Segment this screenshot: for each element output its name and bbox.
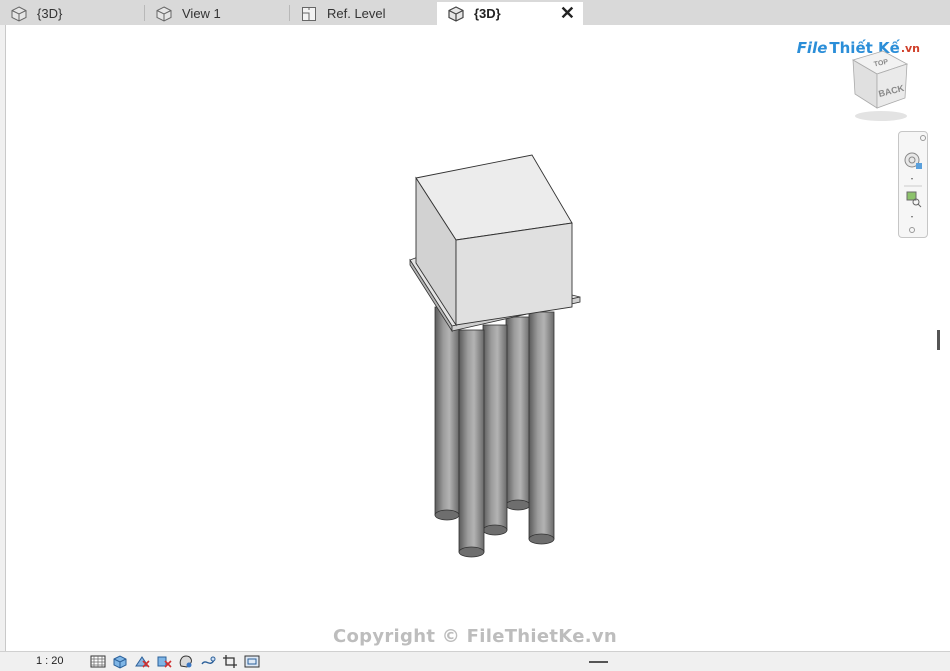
shadows-off-icon[interactable]: [156, 654, 172, 669]
piles: [434, 306, 555, 558]
tab-ref-level[interactable]: Ref. Level: [290, 2, 436, 25]
viewcube-shadow: [855, 111, 907, 121]
navbar-close-icon[interactable]: [920, 135, 926, 141]
status-bar-grip[interactable]: [589, 661, 608, 663]
pile-cap-block: [415, 154, 573, 327]
sun-path-off-icon[interactable]: [134, 654, 150, 669]
pile-front-left: [458, 329, 485, 558]
cube-3d-icon: [448, 5, 464, 22]
view-control-bar: 1 : 20: [0, 651, 950, 671]
pile-front-right: [528, 311, 555, 545]
show-crop-region-icon[interactable]: [244, 654, 260, 669]
lock-3d-view-icon[interactable]: [200, 654, 216, 669]
pile-back-left: [434, 306, 460, 521]
pile-cap-model: [409, 154, 581, 558]
chevron-down-icon[interactable]: [911, 178, 913, 180]
close-tab-icon[interactable]: ✕: [560, 3, 575, 23]
chevron-down-icon[interactable]: [911, 216, 913, 218]
pile-mid: [482, 324, 508, 536]
tab-label: View 1: [182, 6, 221, 21]
tab-label: {3D}: [474, 6, 501, 21]
tab-view-1[interactable]: View 1: [145, 2, 287, 25]
tab-label: Ref. Level: [327, 6, 386, 21]
plan-view-icon: [302, 6, 316, 21]
logo-file-text: File: [796, 39, 828, 57]
view-scale[interactable]: 1 : 20: [36, 655, 64, 667]
cube-3d-icon: [156, 5, 172, 22]
visual-style-icon[interactable]: [112, 654, 128, 669]
navigation-bar: [898, 131, 928, 238]
viewcube[interactable]: TOP BACK: [843, 48, 913, 123]
detail-level-icon[interactable]: [90, 654, 106, 669]
copyright-watermark: Copyright © FileThietKe.vn: [332, 626, 618, 647]
tab-3d-default[interactable]: {3D}: [0, 2, 142, 25]
navigation-bar-icons: [904, 135, 926, 233]
view-tab-bar: {3D} View 1 Ref. Level {3D} ✕: [0, 0, 950, 25]
render-icon[interactable]: [178, 654, 194, 669]
pile-back-right: [505, 316, 531, 511]
steering-wheel-icon[interactable]: [904, 152, 922, 169]
view-control-icons: [90, 654, 266, 669]
vertical-scroll-thumb[interactable]: [937, 330, 940, 350]
3d-viewport[interactable]: File Thiết Kế .vn: [5, 25, 950, 651]
crop-view-icon[interactable]: [222, 654, 238, 669]
tab-3d-active[interactable]: {3D} ✕: [437, 2, 583, 25]
navbar-options-icon[interactable]: [909, 227, 915, 233]
cube-3d-icon: [11, 5, 27, 22]
zoom-region-icon[interactable]: [906, 191, 922, 208]
tab-label: {3D}: [37, 6, 63, 21]
